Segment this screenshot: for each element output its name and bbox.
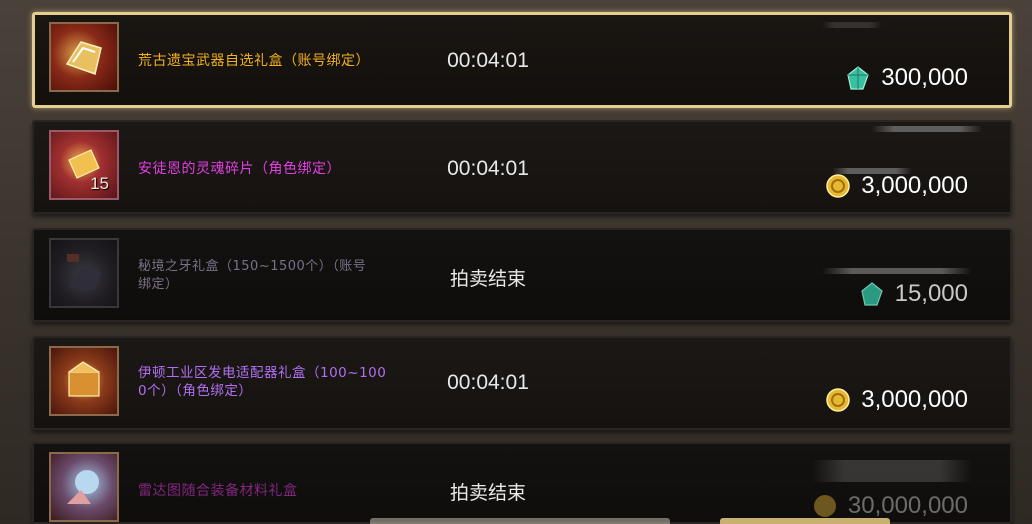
listing-row[interactable]: 15 安徒恩的灵魂碎片（角色绑定） 00:04:01 3,000,000: [32, 120, 1012, 214]
current-bid: 3,000,000: [825, 386, 968, 414]
listing-row[interactable]: 雷达图随合装备材料礼盒 拍卖结束 30,000,000: [32, 442, 1012, 524]
remaining-time: 00:04:01: [447, 49, 529, 72]
price-divider: [812, 460, 972, 482]
item-name: 秘境之牙礼盒（150~1500个）（账号 绑定）: [138, 258, 366, 294]
auction-list: 荒古遗宝武器自选礼盒（账号绑定） 00:04:01 300,000 15 安徒恩…: [0, 0, 1032, 524]
price-divider: [872, 126, 982, 132]
item-name-line: 0个）（角色绑定）: [138, 383, 253, 399]
price-divider: [822, 22, 882, 28]
gold-coin-icon: [813, 495, 836, 517]
bid-amount: 15,000: [894, 280, 968, 307]
current-bid: 30,000,000: [812, 492, 968, 520]
gold-coin-icon: [826, 174, 850, 198]
listing-row[interactable]: 秘境之牙礼盒（150~1500个）（账号 绑定） 拍卖结束 15,000: [32, 228, 1012, 322]
item-name: 安徒恩的灵魂碎片（角色绑定）: [138, 161, 341, 177]
material-box-icon: [49, 452, 119, 522]
bottom-tab[interactable]: [370, 518, 670, 524]
bid-amount: 300,000: [881, 64, 968, 91]
listing-row[interactable]: 荒古遗宝武器自选礼盒（账号绑定） 00:04:01 300,000: [32, 12, 1012, 108]
item-name: 荒古遗宝武器自选礼盒（账号绑定）: [138, 53, 370, 69]
auction-ended-status: 拍卖结束: [449, 482, 526, 504]
bid-amount: 3,000,000: [861, 172, 968, 199]
stack-count: 15: [90, 174, 109, 193]
current-bid: 300,000: [845, 64, 968, 92]
diamond-gem-icon: [847, 66, 869, 90]
fang-box-icon: [49, 238, 119, 308]
item-name: 伊顿工业区发电适配器礼盒（100~100 0个）（角色绑定）: [138, 364, 386, 400]
remaining-time: 00:04:01: [447, 157, 529, 180]
adapter-box-icon: [49, 346, 119, 416]
item-name-line: 绑定）: [138, 277, 179, 292]
item-name-line: 伊顿工业区发电适配器礼盒（100~100: [138, 365, 387, 381]
bottom-tab[interactable]: [720, 518, 890, 524]
current-bid: 3,000,000: [825, 172, 968, 200]
price-divider: [822, 268, 972, 274]
bid-amount: 30,000,000: [847, 492, 968, 519]
diamond-gem-icon: [860, 282, 883, 306]
remaining-time: 00:04:01: [447, 371, 529, 394]
item-name: 雷达图随合装备材料礼盒: [138, 483, 298, 499]
weapon-box-icon: [49, 22, 119, 92]
listing-row[interactable]: 伊顿工业区发电适配器礼盒（100~100 0个）（角色绑定） 00:04:01 …: [32, 336, 1012, 430]
current-bid: 15,000: [859, 280, 968, 308]
bid-amount: 3,000,000: [861, 386, 968, 413]
soul-fragment-icon: 15: [49, 130, 119, 200]
gold-coin-icon: [826, 388, 850, 412]
auction-ended-status: 拍卖结束: [449, 268, 526, 290]
item-name-line: 秘境之牙礼盒（150~1500个）（账号: [138, 259, 367, 274]
